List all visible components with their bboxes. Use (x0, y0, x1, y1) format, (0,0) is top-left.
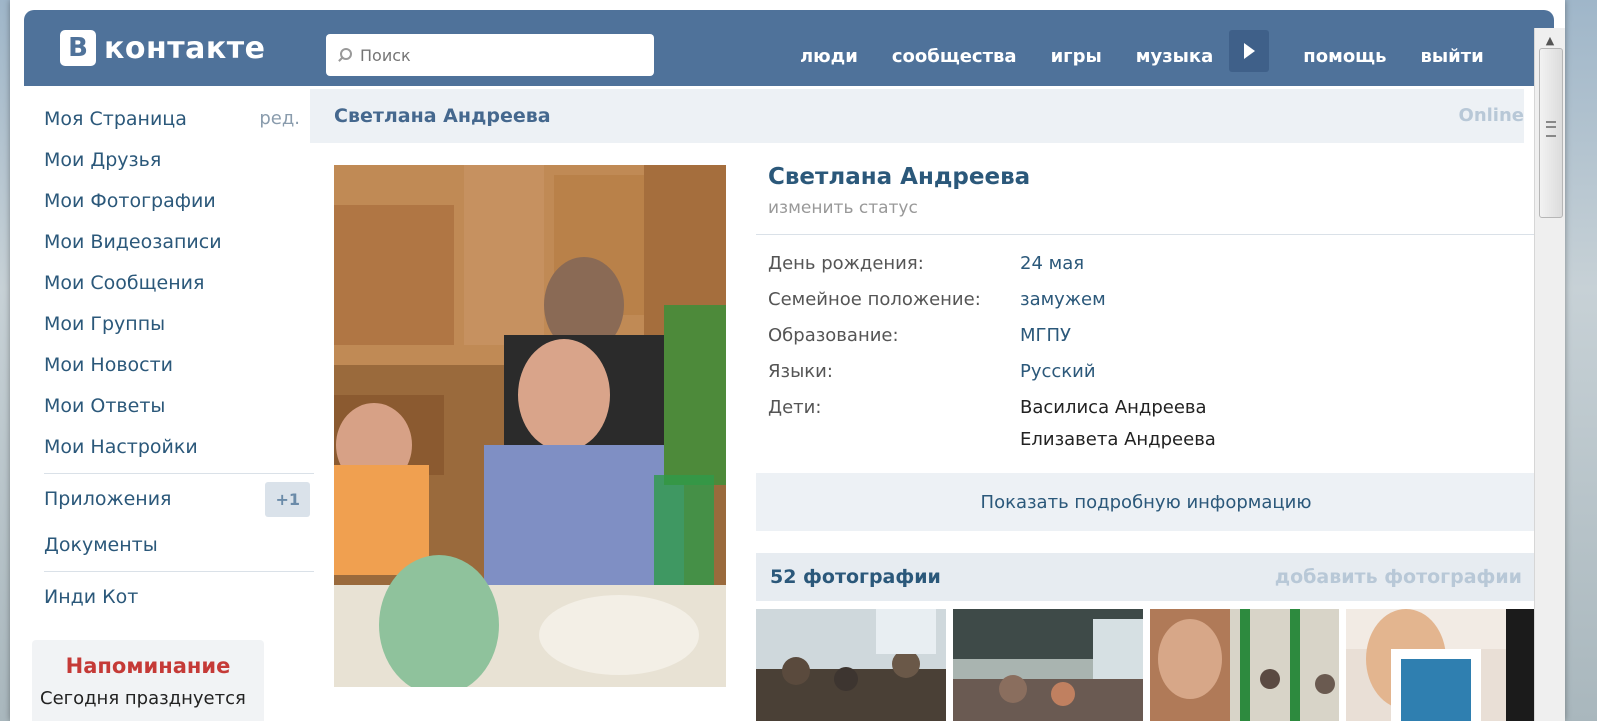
info-value-link[interactable]: 24 мая (1020, 253, 1084, 289)
photos-count-link[interactable]: 52 фотографии (770, 566, 941, 588)
info-label: Семейное положение: (768, 289, 981, 310)
thumbnail-image (756, 609, 946, 721)
info-value-link[interactable]: Русский (1020, 361, 1096, 397)
logo-badge: В (60, 30, 96, 66)
sidebar-item-label: Мои Настройки (44, 435, 198, 458)
edit-link[interactable]: ред. (259, 108, 300, 129)
info-label: День рождения: (768, 253, 924, 274)
sidebar-item-label: Моя Страница (44, 107, 187, 130)
thumbnail-image (1346, 609, 1536, 721)
sidebar-item-settings[interactable]: Мои Настройки (44, 426, 314, 467)
info-birthday: День рождения: 24 мая (756, 253, 1536, 289)
thumbnail-image (1149, 609, 1340, 721)
page-title: Светлана Андреева (334, 105, 551, 127)
sidebar-item-label: Мои Сообщения (44, 271, 205, 294)
photo-thumbnail[interactable] (952, 609, 1143, 721)
photo-thumbnail[interactable] (1149, 609, 1340, 721)
photo-thumbnails (756, 609, 1536, 721)
divider (756, 234, 1536, 235)
nav-help[interactable]: помощь (1303, 46, 1386, 67)
profile-avatar-photo[interactable] (334, 165, 726, 687)
info-value-link[interactable]: замужем (1020, 289, 1106, 325)
change-status-link[interactable]: изменить статус (768, 198, 1536, 218)
top-navigation: люди сообщества игры музыка помощь выйти (800, 30, 1518, 72)
sidebar-item-label: Документы (44, 533, 158, 556)
search-input[interactable] (358, 44, 652, 66)
online-status: Online (1458, 105, 1524, 126)
sidebar-item-videos[interactable]: Мои Видеозаписи (44, 221, 314, 262)
reminder-box: Напоминание Сегодня празднуется (32, 640, 264, 721)
vertical-scrollbar[interactable]: ▲ (1534, 28, 1565, 721)
photos-header: 52 фотографии добавить фотографии (756, 553, 1536, 601)
sidebar-item-friends[interactable]: Мои Друзья (44, 139, 314, 180)
search-icon (338, 48, 352, 62)
sidebar-item-label: Приложения (44, 488, 172, 510)
profile-name: Светлана Андреева (768, 164, 1031, 190)
sidebar-item-label: Мои Ответы (44, 394, 166, 417)
profile-info: Светлана Андреева изменить статус День р… (756, 160, 1536, 721)
sidebar-item-photos[interactable]: Мои Фотографии (44, 180, 314, 221)
sidebar-item-label: Мои Новости (44, 353, 174, 376)
nav-games[interactable]: игры (1051, 46, 1102, 67)
apps-count-badge[interactable]: +1 (265, 481, 310, 517)
show-details-button[interactable]: Показать подробную информацию (756, 473, 1536, 531)
nav-logout[interactable]: выйти (1420, 46, 1483, 67)
nav-people[interactable]: люди (800, 46, 858, 67)
info-languages: Языки: Русский (756, 361, 1536, 397)
avatar-image (334, 165, 726, 687)
info-label: Языки: (768, 361, 833, 382)
sidebar-item-apps[interactable]: Приложения +1 (44, 474, 314, 524)
info-children: Дети: Василиса Андреева Елизавета Андрее… (756, 397, 1536, 463)
info-label: Образование: (768, 325, 899, 346)
sidebar-item-news[interactable]: Мои Новости (44, 344, 314, 385)
thumbnail-image (952, 609, 1143, 721)
info-value-link[interactable]: МГПУ (1020, 325, 1071, 361)
children-list: Василиса Андреева Елизавета Андреева (1020, 397, 1216, 463)
sidebar-item-my-page[interactable]: Моя Страница ред. (44, 98, 314, 139)
add-photos-link[interactable]: добавить фотографии (1275, 566, 1522, 588)
sidebar-item-documents[interactable]: Документы (44, 524, 314, 565)
child-name: Василиса Андреева (1020, 397, 1207, 418)
sidebar-item-answers[interactable]: Мои Ответы (44, 385, 314, 426)
sidebar-item-label: Инди Кот (44, 586, 139, 608)
info-relationship: Семейное положение: замужем (756, 289, 1536, 325)
left-sidebar: Моя Страница ред. Мои Друзья Мои Фотогра… (44, 98, 314, 622)
photo-thumbnail[interactable] (756, 609, 946, 721)
scrollbar-thumb[interactable] (1539, 48, 1563, 218)
page-title-bar: Светлана Андреева Online (310, 89, 1524, 143)
sidebar-item-messages[interactable]: Мои Сообщения (44, 262, 314, 303)
browser-window: В контакте люди сообщества игры музыка п… (10, 0, 1565, 721)
top-header: В контакте люди сообщества игры музыка п… (24, 10, 1554, 86)
search-box[interactable] (326, 34, 654, 76)
site-logo[interactable]: В контакте (60, 30, 265, 66)
sidebar-item-label: Мои Группы (44, 312, 166, 335)
child-name: Елизавета Андреева (1020, 429, 1216, 450)
logo-text: контакте (104, 30, 266, 66)
nav-communities[interactable]: сообщества (892, 46, 1017, 67)
reminder-text: Сегодня празднуется (40, 688, 246, 709)
info-education: Образование: МГПУ (756, 325, 1536, 361)
sidebar-item-groups[interactable]: Мои Группы (44, 303, 314, 344)
nav-music[interactable]: музыка (1136, 46, 1214, 67)
sidebar-item-label: Мои Друзья (44, 148, 162, 171)
sidebar-item-label: Мои Фотографии (44, 189, 216, 212)
reminder-title: Напоминание (65, 654, 231, 678)
photo-thumbnail[interactable] (1346, 609, 1536, 721)
info-label: Дети: (768, 397, 822, 418)
sidebar-item-indi-kot[interactable]: Инди Кот (44, 572, 314, 622)
play-icon[interactable] (1229, 30, 1270, 72)
grip-icon (1546, 121, 1556, 137)
sidebar-item-label: Мои Видеозаписи (44, 230, 222, 253)
